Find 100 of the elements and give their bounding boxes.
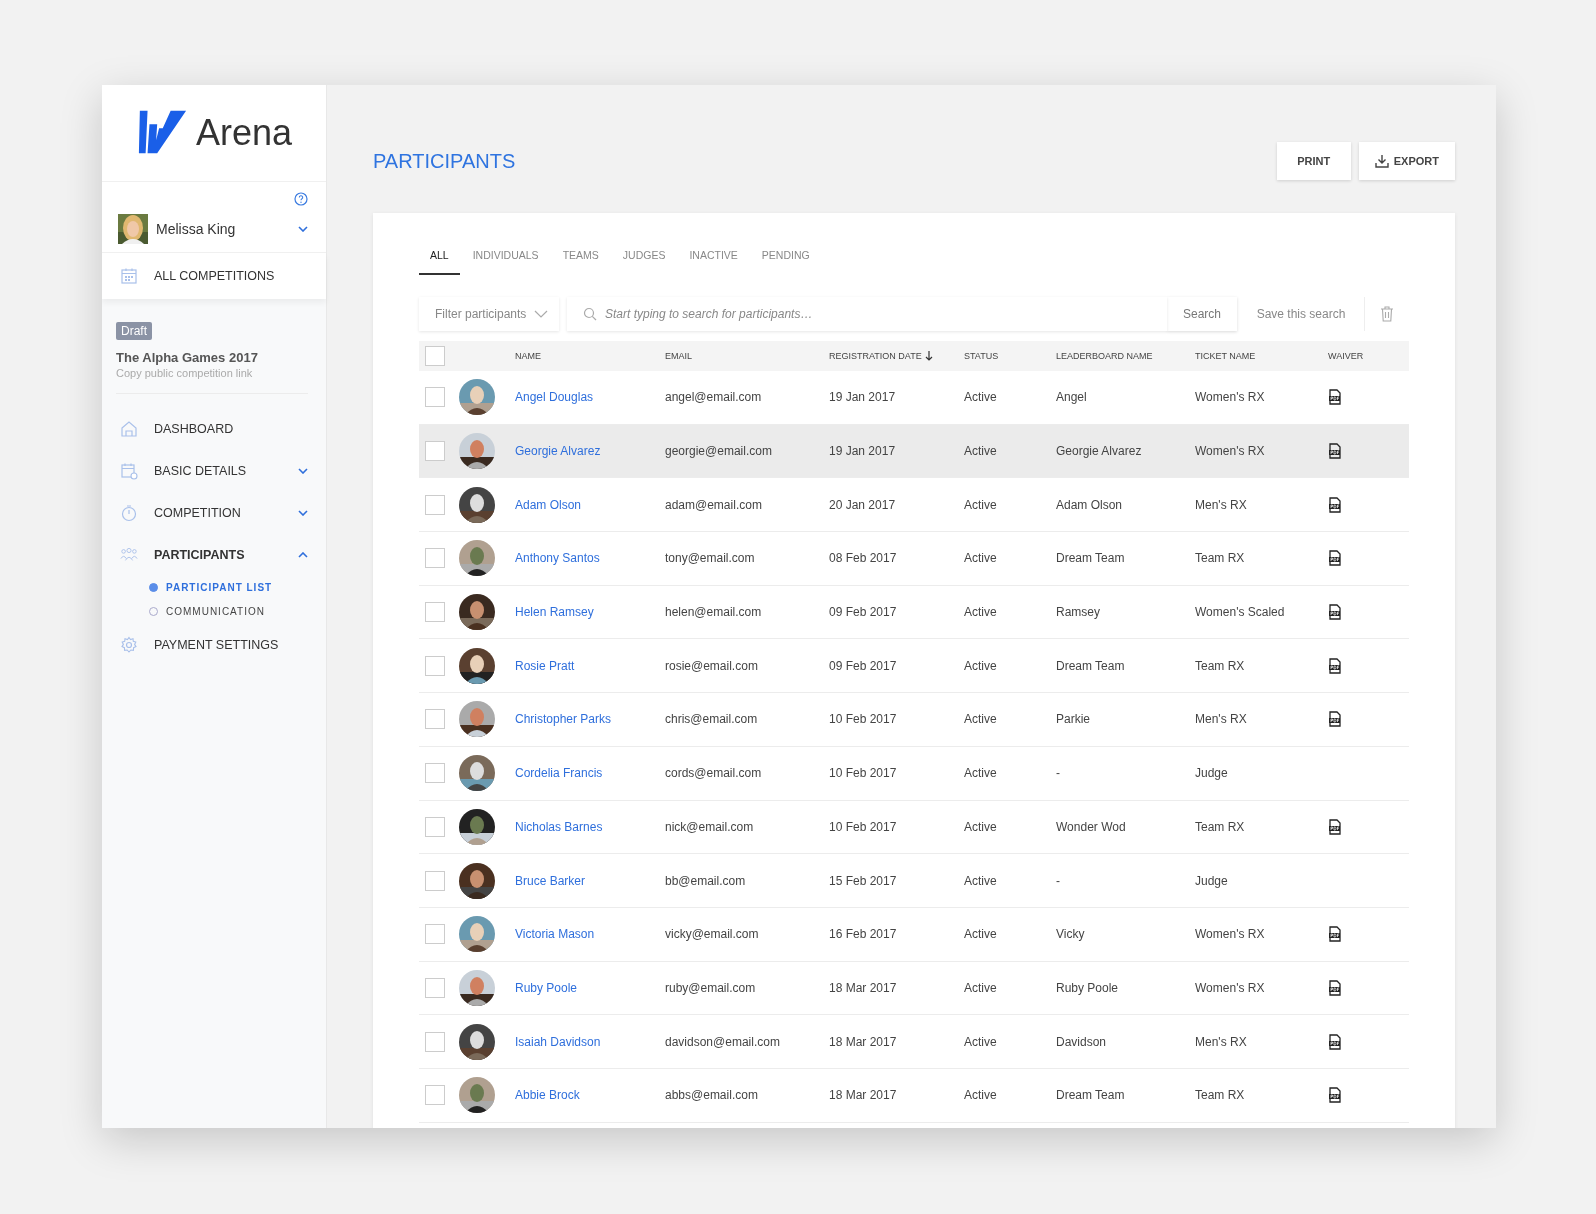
tab[interactable]: JUDGES [611, 239, 677, 275]
pdf-icon[interactable] [1328, 1087, 1342, 1104]
participant-name[interactable]: Angel Douglas [515, 390, 665, 405]
column-header[interactable]: EMAIL [665, 351, 829, 361]
participant-name[interactable]: Isaiah Davidson [515, 1034, 665, 1049]
row-checkbox[interactable] [425, 494, 445, 515]
table-cell-text: Active [964, 658, 998, 673]
chevron-down-icon[interactable] [298, 226, 308, 232]
table-cell-text: 18 Mar 2017 [829, 1088, 898, 1103]
table-cell-text: 18 Mar 2017 [829, 980, 898, 995]
chevron-down-icon [534, 310, 549, 318]
table-cell-text: Active [964, 873, 998, 888]
row-checkbox[interactable] [425, 441, 445, 462]
chevron-up-icon[interactable] [298, 552, 308, 558]
column-header[interactable]: TICKET NAME [1195, 351, 1328, 361]
row-checkbox[interactable] [425, 816, 445, 837]
search-button[interactable]: Search [1167, 297, 1237, 331]
table-cell-text: - [1056, 766, 1061, 781]
participant-name[interactable]: Bruce Barker [515, 873, 665, 888]
nav-item[interactable]: PARTICIPANTS [102, 534, 326, 576]
action-button[interactable]: EXPORT [1358, 142, 1455, 180]
participant-name[interactable]: Helen Ramsey [515, 605, 665, 620]
pdf-icon[interactable] [1328, 979, 1342, 996]
pdf-icon[interactable] [1328, 604, 1342, 621]
table-cell-text: Active [964, 605, 998, 620]
pdf-icon[interactable] [1328, 389, 1342, 406]
participant-name[interactable]: Adam Olson [515, 497, 665, 512]
home-icon [120, 420, 138, 438]
table-cell-text: Team RX [1195, 1088, 1246, 1103]
participant-name[interactable]: Anthony Santos [515, 551, 665, 566]
table-cell-text: Active [964, 980, 998, 995]
pdf-icon[interactable] [1328, 926, 1342, 943]
pdf-icon[interactable] [1328, 443, 1342, 460]
nav-item[interactable]: COMPETITION [102, 492, 326, 534]
column-header[interactable]: LEADERBOARD NAME [1056, 351, 1195, 361]
participant-name[interactable]: Abbie Brock [515, 1088, 665, 1103]
nav-item[interactable]: PAYMENT SETTINGS [102, 624, 326, 666]
row-checkbox[interactable] [425, 977, 445, 998]
table-cell-text: 18 Mar 2017 [829, 1034, 898, 1049]
search-icon [583, 307, 597, 321]
help-icon[interactable] [294, 192, 308, 206]
tab[interactable]: PENDING [750, 239, 821, 275]
row-checkbox[interactable] [425, 548, 445, 569]
filter-dropdown[interactable]: Filter participants [419, 297, 559, 331]
participant-name[interactable]: Victoria Mason [515, 927, 665, 942]
select-all-checkbox[interactable] [425, 346, 445, 366]
nav-item[interactable]: DASHBOARD [102, 408, 326, 450]
row-checkbox[interactable] [425, 709, 445, 730]
table-cell-text: Active [964, 927, 998, 942]
table-cell-text: Men's RX [1195, 1034, 1248, 1049]
row-checkbox[interactable] [425, 602, 445, 623]
tab[interactable]: ALL [419, 239, 460, 275]
table-cell-text: angel@email.com [665, 390, 763, 405]
row-checkbox[interactable] [425, 1031, 445, 1052]
participant-name[interactable]: Nicholas Barnes [515, 819, 665, 834]
pdf-icon[interactable] [1328, 818, 1342, 835]
row-checkbox[interactable] [425, 655, 445, 676]
chevron-down-icon[interactable] [298, 468, 308, 474]
table-cell-text: Team RX [1195, 551, 1246, 566]
table-cell-text: Dream Team [1056, 1088, 1126, 1103]
table-cell-text: georgie@email.com [665, 444, 773, 459]
row-checkbox[interactable] [425, 1085, 445, 1106]
pdf-icon[interactable] [1328, 657, 1342, 674]
row-checkbox[interactable] [425, 763, 445, 784]
table-cell-text: Men's RX [1195, 712, 1248, 727]
table-cell-text: Active [964, 390, 998, 405]
chevron-down-icon[interactable] [298, 510, 308, 516]
pdf-icon[interactable] [1328, 550, 1342, 567]
pdf-icon[interactable] [1328, 1033, 1342, 1050]
participant-name[interactable]: Christopher Parks [515, 712, 665, 727]
nav-item[interactable]: BASIC DETAILS [102, 450, 326, 492]
table-cell-text: Women's Scaled [1195, 605, 1286, 620]
sub-nav-item[interactable]: COMMUNICATION [102, 600, 326, 624]
row-checkbox[interactable] [425, 387, 445, 408]
sub-nav-item[interactable]: PARTICIPANT LIST [102, 576, 326, 600]
table-cell-text: Team RX [1195, 658, 1246, 673]
pdf-icon[interactable] [1328, 496, 1342, 513]
table-cell-text: vicky@email.com [665, 927, 760, 942]
search-field[interactable]: Start typing to search for participants… [567, 297, 1167, 331]
tab[interactable]: INDIVIDUALS [461, 239, 550, 275]
row-checkbox[interactable] [425, 924, 445, 945]
participant-name[interactable]: Ruby Poole [515, 980, 665, 995]
table-cell-text: Active [964, 1034, 998, 1049]
calendar-icon [120, 462, 138, 480]
participant-name[interactable]: Cordelia Francis [515, 766, 665, 781]
participant-name[interactable]: Georgie Alvarez [515, 444, 665, 459]
row-checkbox[interactable] [425, 870, 445, 891]
column-header[interactable]: NAME [515, 351, 665, 361]
tab[interactable]: TEAMS [551, 239, 610, 275]
table-cell-text: 19 Jan 2017 [829, 444, 897, 459]
column-header[interactable]: WAIVER [1328, 351, 1409, 361]
table-cell-text: Davidson [1056, 1034, 1108, 1049]
tab[interactable]: INACTIVE [678, 239, 749, 275]
column-header[interactable]: REGISTRATION DATE [829, 351, 964, 361]
action-button[interactable]: PRINT [1276, 142, 1351, 180]
participant-name[interactable]: Rosie Pratt [515, 658, 665, 673]
all-competitions-link[interactable]: ALL COMPETITIONS [102, 253, 326, 299]
column-header[interactable]: STATUS [964, 351, 1056, 361]
pdf-icon[interactable] [1328, 711, 1342, 728]
table-cell-text: Dream Team [1056, 551, 1126, 566]
